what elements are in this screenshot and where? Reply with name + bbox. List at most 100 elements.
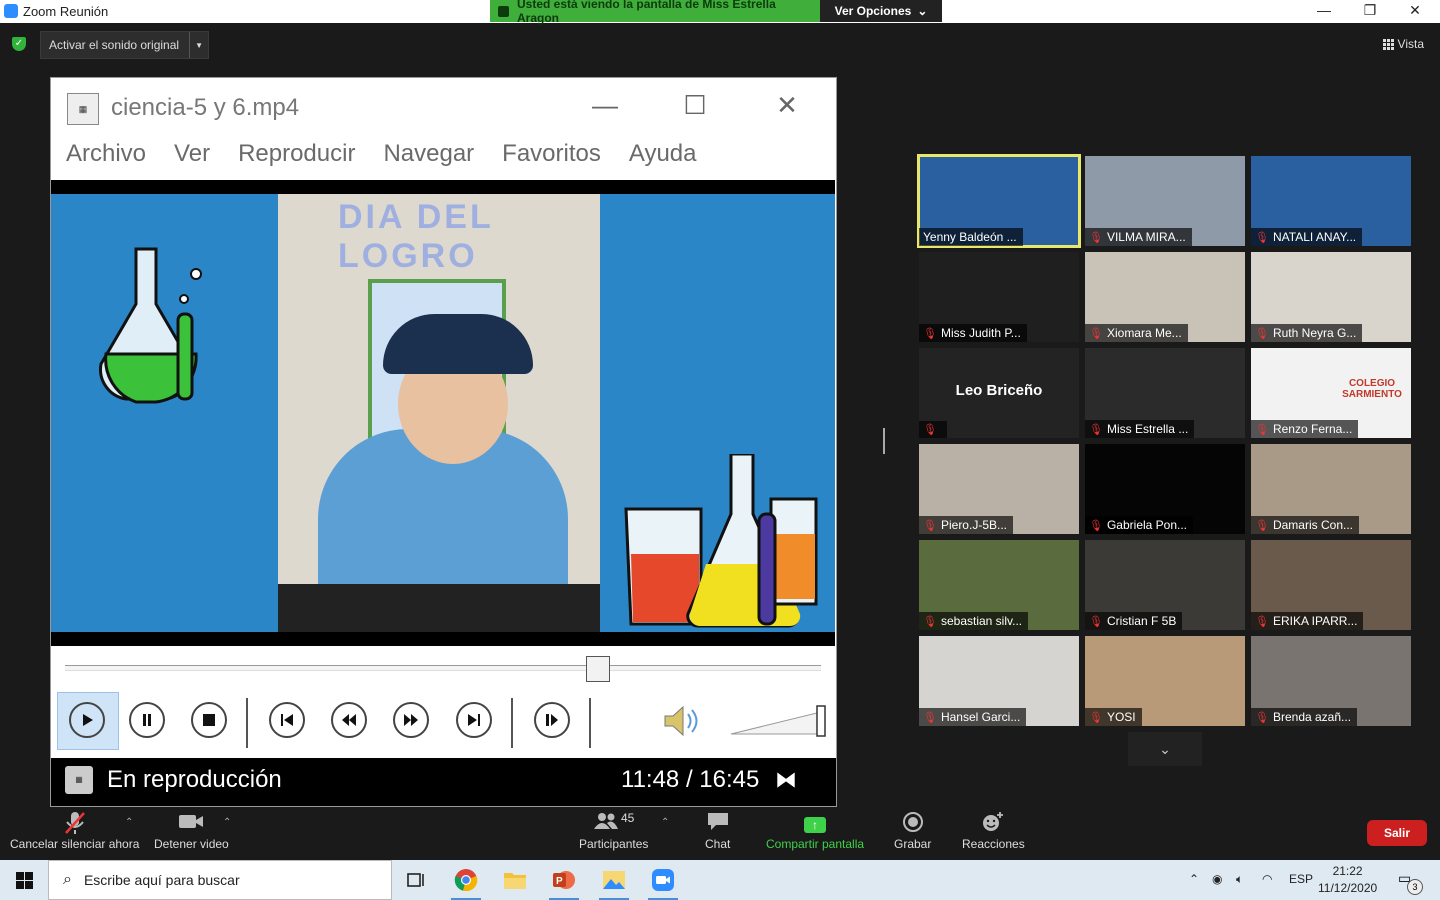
chat-bubble-icon <box>705 811 730 837</box>
video-area[interactable]: DIA DEL LOGRO <box>51 180 835 646</box>
windows-taskbar: ⌕ Escribe aquí para buscar P ⌃ ◉ 🔈︎ ◠ ES… <box>0 860 1440 900</box>
frame-step-button[interactable] <box>534 702 570 738</box>
participant-tile[interactable]: 🎙︎ Miss Judith P... <box>919 252 1079 342</box>
powerpoint-icon[interactable]: P <box>549 866 579 900</box>
participant-tile[interactable]: 🎙︎ Cristian F 5B <box>1085 540 1245 630</box>
participant-tile[interactable]: 🎙︎ ERIKA IPARR... <box>1251 540 1411 630</box>
menu-reproducir[interactable]: Reproducir <box>238 140 355 180</box>
participant-tile[interactable]: 🎙︎ Brenda azañ... <box>1251 636 1411 726</box>
share-screen-label: Compartir pantalla <box>766 837 865 851</box>
fast-forward-button[interactable] <box>393 702 429 738</box>
menu-archivo[interactable]: Archivo <box>66 140 146 180</box>
file-explorer-icon[interactable] <box>500 866 530 894</box>
show-hidden-icons-caret[interactable]: ⌃ <box>1189 872 1199 886</box>
speaker-icon[interactable] <box>661 704 701 738</box>
language-indicator[interactable]: ESP <box>1289 872 1313 886</box>
task-view-icon[interactable] <box>401 866 431 894</box>
taskbar-search-box[interactable]: ⌕ Escribe aquí para buscar <box>48 860 392 900</box>
seek-thumb[interactable] <box>586 656 610 682</box>
participant-name-tag: 🎙︎ Piero.J-5B... <box>919 516 1013 534</box>
participant-tile[interactable]: 🎙︎ Ruth Neyra G... <box>1251 252 1411 342</box>
view-options-button[interactable]: Ver Opciones ⌄ <box>820 0 942 22</box>
video-camera-icon <box>154 811 229 837</box>
grid-icon <box>1382 38 1394 50</box>
audio-options-caret[interactable]: ⌃ <box>125 817 133 828</box>
student-camera-view: DIA DEL LOGRO <box>278 194 600 632</box>
fullscreen-toggle-icon[interactable]: ⧓ <box>775 767 797 793</box>
minimize-button[interactable]: — <box>1314 2 1334 18</box>
participant-tile[interactable]: 🎙︎ Piero.J-5B... <box>919 444 1079 534</box>
volume-slider[interactable] <box>729 704 829 738</box>
participant-tile[interactable]: 🎙︎ Hansel Garci... <box>919 636 1079 726</box>
play-button[interactable] <box>69 702 105 738</box>
view-button[interactable]: Vista <box>1382 37 1424 51</box>
microphone-muted-icon: 🎙︎ <box>1089 711 1103 724</box>
participant-tile[interactable]: 🎙︎ YOSI <box>1085 636 1245 726</box>
record-button[interactable]: Grabar <box>894 811 931 851</box>
next-track-button[interactable] <box>456 702 492 738</box>
previous-track-button[interactable] <box>269 702 305 738</box>
player-close-button[interactable]: ✕ <box>769 90 805 121</box>
participant-tile[interactable]: 🎙︎ Gabriela Pon... <box>1085 444 1245 534</box>
stop-video-button[interactable]: Detener video <box>154 811 229 851</box>
participant-tile[interactable]: Yenny Baldeón ... <box>917 154 1081 248</box>
panel-resize-handle[interactable] <box>883 428 885 454</box>
stop-video-label: Detener video <box>154 837 229 851</box>
participants-button[interactable]: 45 Participantes <box>579 811 648 851</box>
participant-name: Brenda azañ... <box>1272 710 1352 724</box>
green-flask-illustration <box>99 247 202 404</box>
taskbar-clock[interactable]: 21:22 11/12/2020 <box>1318 863 1377 897</box>
search-icon: ⌕ <box>63 871 72 888</box>
participant-name: Cristian F 5B <box>1106 614 1177 628</box>
zoom-taskbar-icon[interactable] <box>648 866 678 900</box>
chrome-icon[interactable] <box>451 866 481 900</box>
participant-name-tag: 🎙︎ Brenda azañ... <box>1251 708 1358 726</box>
gallery-expand-button[interactable]: ⌄ <box>1128 732 1202 766</box>
wifi-icon[interactable]: ◠ <box>1262 872 1272 886</box>
notification-center-icon[interactable]: ▭ 3 <box>1398 870 1423 895</box>
player-minimize-button[interactable]: — <box>587 90 623 121</box>
unmute-button[interactable]: Cancelar silenciar ahora <box>10 811 139 851</box>
school-logo-text: COLEGIO SARMIENTO <box>1342 378 1402 400</box>
windows-logo-icon <box>15 871 33 889</box>
leave-meeting-button[interactable]: Salir <box>1367 820 1427 846</box>
close-button[interactable]: ✕ <box>1405 2 1425 19</box>
participant-tile[interactable]: 🎙︎ Xiomara Me... <box>1085 252 1245 342</box>
chat-button[interactable]: Chat <box>705 811 730 851</box>
stop-button[interactable] <box>191 702 227 738</box>
menu-navegar[interactable]: Navegar <box>383 140 474 180</box>
original-sound-button[interactable]: Activar el sonido original ▼ <box>40 31 210 59</box>
participant-tile[interactable]: 🎙︎ sebastian silv... <box>919 540 1079 630</box>
participant-tile[interactable]: 🎙︎ VILMA MIRA... <box>1085 156 1245 246</box>
participant-tile[interactable]: COLEGIO SARMIENTO 🎙︎ Renzo Ferna... <box>1251 348 1411 438</box>
participants-label: Participantes <box>579 837 649 851</box>
video-options-caret[interactable]: ⌃ <box>223 817 231 828</box>
reactions-button[interactable]: Reacciones <box>962 811 1025 851</box>
shield-icon[interactable]: ✓ <box>12 37 26 51</box>
participant-tile[interactable]: 🎙︎ NATALI ANAY... <box>1251 156 1411 246</box>
participant-tile[interactable]: 🎙︎ Damaris Con... <box>1251 444 1411 534</box>
reactions-label: Reacciones <box>962 837 1025 851</box>
chevron-down-icon: ⌄ <box>1159 741 1171 757</box>
menu-ayuda[interactable]: Ayuda <box>629 140 697 180</box>
participants-options-caret[interactable]: ⌃ <box>661 817 669 828</box>
seek-bar[interactable] <box>65 656 821 682</box>
network-alert-icon[interactable]: ◉ <box>1212 872 1222 886</box>
rewind-button[interactable] <box>331 702 367 738</box>
player-maximize-button[interactable]: ☐ <box>677 90 713 121</box>
menu-ver[interactable]: Ver <box>174 140 210 180</box>
pause-button[interactable] <box>129 702 165 738</box>
participant-tile[interactable]: Leo Briceño 🎙︎ <box>919 348 1079 438</box>
share-screen-button[interactable]: ↑ Compartir pantalla <box>766 811 864 851</box>
chat-label: Chat <box>705 837 731 851</box>
caret-down-icon[interactable]: ▼ <box>190 41 208 50</box>
record-icon <box>894 811 931 837</box>
participant-tile[interactable]: 🎙︎ Miss Estrella ... <box>1085 348 1245 438</box>
restore-button[interactable]: ❐ <box>1360 2 1380 19</box>
start-button[interactable] <box>0 860 48 900</box>
menu-favoritos[interactable]: Favoritos <box>502 140 601 180</box>
photos-icon[interactable] <box>599 866 629 900</box>
volume-icon[interactable]: 🔈︎ <box>1236 872 1243 887</box>
zoom-app-icon <box>4 4 18 18</box>
microphone-muted-icon: 🎙︎ <box>1255 615 1269 628</box>
